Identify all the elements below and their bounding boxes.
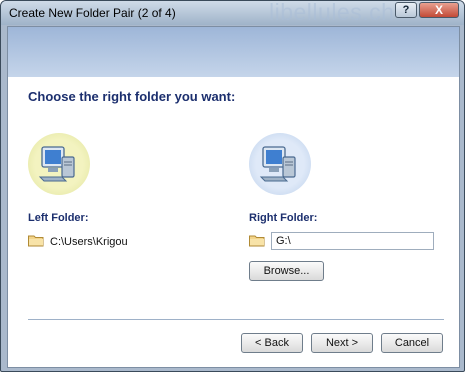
next-button[interactable]: Next > (311, 333, 373, 353)
right-folder-path-input[interactable] (271, 232, 434, 250)
left-folder-label: Left Folder: (28, 212, 89, 224)
right-folder-label: Right Folder: (249, 212, 318, 224)
right-folder-icon (249, 234, 265, 252)
close-button[interactable]: X (419, 2, 459, 18)
watermark: libellules.ch (269, 0, 395, 25)
browse-label: Browse... (263, 265, 310, 277)
left-folder-icon (28, 234, 44, 252)
divider (28, 319, 444, 320)
cancel-button[interactable]: Cancel (381, 333, 443, 353)
back-button[interactable]: < Back (241, 333, 303, 353)
right-computer-icon (249, 133, 311, 195)
dialog-window: Create New Folder Pair (2 of 4) libellul… (0, 0, 465, 372)
page-heading: Choose the right folder you want: (28, 89, 236, 104)
dialog-content: Choose the right folder you want: Left F… (7, 26, 460, 368)
window-title: Create New Folder Pair (2 of 4) (9, 6, 176, 20)
left-computer-icon (28, 133, 90, 195)
next-label: Next > (325, 337, 359, 349)
title-bar[interactable]: Create New Folder Pair (2 of 4) libellul… (1, 1, 464, 25)
header-band (8, 27, 459, 77)
back-label: < Back (255, 337, 289, 349)
cancel-label: Cancel (394, 337, 430, 349)
close-icon: X (434, 3, 443, 17)
help-icon: ? (402, 4, 410, 16)
left-folder-path: C:\Users\Krigou (50, 236, 128, 248)
browse-button[interactable]: Browse... (249, 261, 324, 281)
help-button[interactable]: ? (395, 2, 417, 18)
